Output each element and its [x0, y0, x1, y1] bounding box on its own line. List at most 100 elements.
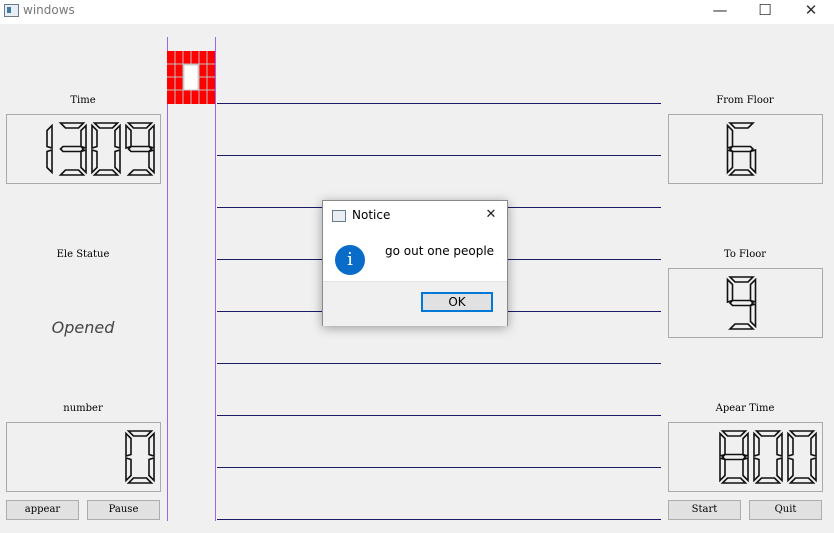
- lcd-segment: [114, 123, 121, 150]
- number-digits: [125, 430, 155, 484]
- lcd-segment: [148, 456, 155, 483]
- time-label: Time: [70, 95, 96, 106]
- lcd-segment: [126, 169, 154, 176]
- lcd-segment: [720, 430, 748, 437]
- dialog-app-icon: [332, 210, 346, 222]
- info-icon: i: [335, 245, 365, 275]
- lcd-segment: [80, 148, 87, 175]
- shaft-left-line: [167, 37, 168, 521]
- lcd-segment: [753, 456, 760, 483]
- appear-time-label: Apear Time: [715, 403, 775, 414]
- status-label: Ele Statue: [56, 249, 110, 260]
- lcd-segment: [127, 145, 153, 153]
- lcd-segment: [58, 122, 86, 129]
- lcd-segment: [720, 477, 748, 484]
- notice-dialog: Notice ✕ i go out one people OK: [322, 200, 508, 326]
- lcd-segment: [754, 430, 782, 437]
- appear-button[interactable]: appear: [6, 500, 79, 520]
- lcd-segment: [126, 477, 154, 484]
- lcd-segment: [776, 431, 783, 458]
- lcd-segment: [787, 431, 794, 458]
- from-floor-display: [668, 114, 823, 184]
- lcd-segment: [726, 277, 734, 304]
- lcd-segment: [114, 148, 121, 175]
- elevator-door: [183, 64, 199, 91]
- lcd-segment: [126, 430, 154, 437]
- lcd-segment: [721, 453, 747, 461]
- title-bar: windows — ☐ ✕: [0, 0, 834, 24]
- dialog-title: Notice: [352, 208, 391, 222]
- app-icon: [4, 4, 19, 17]
- quit-button[interactable]: Quit: [749, 500, 822, 520]
- lcd-segment: [125, 431, 132, 458]
- close-button[interactable]: ✕: [788, 0, 834, 22]
- minimize-button[interactable]: —: [697, 0, 743, 22]
- lcd-segment: [125, 456, 132, 483]
- lcd-segment: [749, 277, 757, 304]
- lcd-segment: [148, 148, 155, 175]
- number-label: number: [63, 403, 103, 414]
- window-title: windows: [23, 3, 75, 17]
- lcd-digit: [726, 276, 757, 330]
- floor-line: [217, 155, 661, 156]
- lcd-digit: [753, 430, 783, 484]
- lcd-segment: [754, 477, 782, 484]
- lcd-segment: [719, 456, 726, 483]
- lcd-digit: [125, 122, 155, 176]
- lcd-digit: [726, 122, 757, 176]
- lcd-segment: [728, 299, 755, 307]
- to-floor-display: [668, 268, 823, 338]
- lcd-segment: [749, 302, 757, 329]
- shaft-right-line: [215, 37, 216, 521]
- lcd-segment: [788, 477, 816, 484]
- lcd-segment: [728, 169, 755, 176]
- ok-button[interactable]: OK: [421, 292, 493, 312]
- lcd-digit: [125, 430, 155, 484]
- dialog-message: go out one people: [385, 244, 495, 258]
- lcd-segment: [148, 431, 155, 458]
- time-digits: [46, 122, 155, 176]
- pause-button[interactable]: Pause: [87, 500, 160, 520]
- start-button[interactable]: Start: [668, 500, 741, 520]
- lcd-segment: [46, 148, 53, 175]
- lcd-segment: [59, 145, 85, 153]
- appear-time-digits: [719, 430, 817, 484]
- lcd-segment: [125, 123, 132, 150]
- lcd-segment: [92, 169, 120, 176]
- lcd-segment: [787, 456, 794, 483]
- lcd-segment: [726, 123, 734, 150]
- status-value: Opened: [51, 318, 115, 337]
- elevator-car: [167, 51, 215, 104]
- floor-line: [217, 519, 661, 520]
- lcd-digit: [46, 123, 53, 175]
- number-display: [6, 422, 161, 492]
- lcd-segment: [91, 123, 98, 150]
- maximize-button[interactable]: ☐: [742, 0, 788, 22]
- lcd-segment: [726, 148, 734, 175]
- to-floor-digits: [726, 276, 757, 330]
- lcd-segment: [742, 456, 749, 483]
- lcd-segment: [58, 169, 86, 176]
- lcd-segment: [80, 123, 87, 150]
- lcd-digit: [91, 122, 121, 176]
- lcd-segment: [728, 145, 755, 153]
- lcd-segment: [126, 122, 154, 129]
- appear-time-display: [668, 422, 823, 492]
- lcd-segment: [788, 430, 816, 437]
- lcd-segment: [46, 123, 53, 150]
- time-display: [6, 114, 161, 184]
- lcd-digit: [787, 430, 817, 484]
- dialog-close-button[interactable]: ✕: [479, 205, 503, 225]
- floor-line: [217, 363, 661, 364]
- lcd-segment: [776, 456, 783, 483]
- lcd-segment: [749, 148, 757, 175]
- lcd-segment: [728, 122, 755, 129]
- lcd-digit: [58, 122, 87, 176]
- floor-line: [217, 467, 661, 468]
- lcd-segment: [810, 431, 817, 458]
- from-floor-digits: [726, 122, 757, 176]
- lcd-segment: [92, 122, 120, 129]
- lcd-segment: [753, 431, 760, 458]
- lcd-segment: [148, 123, 155, 150]
- lcd-digit: [719, 430, 749, 484]
